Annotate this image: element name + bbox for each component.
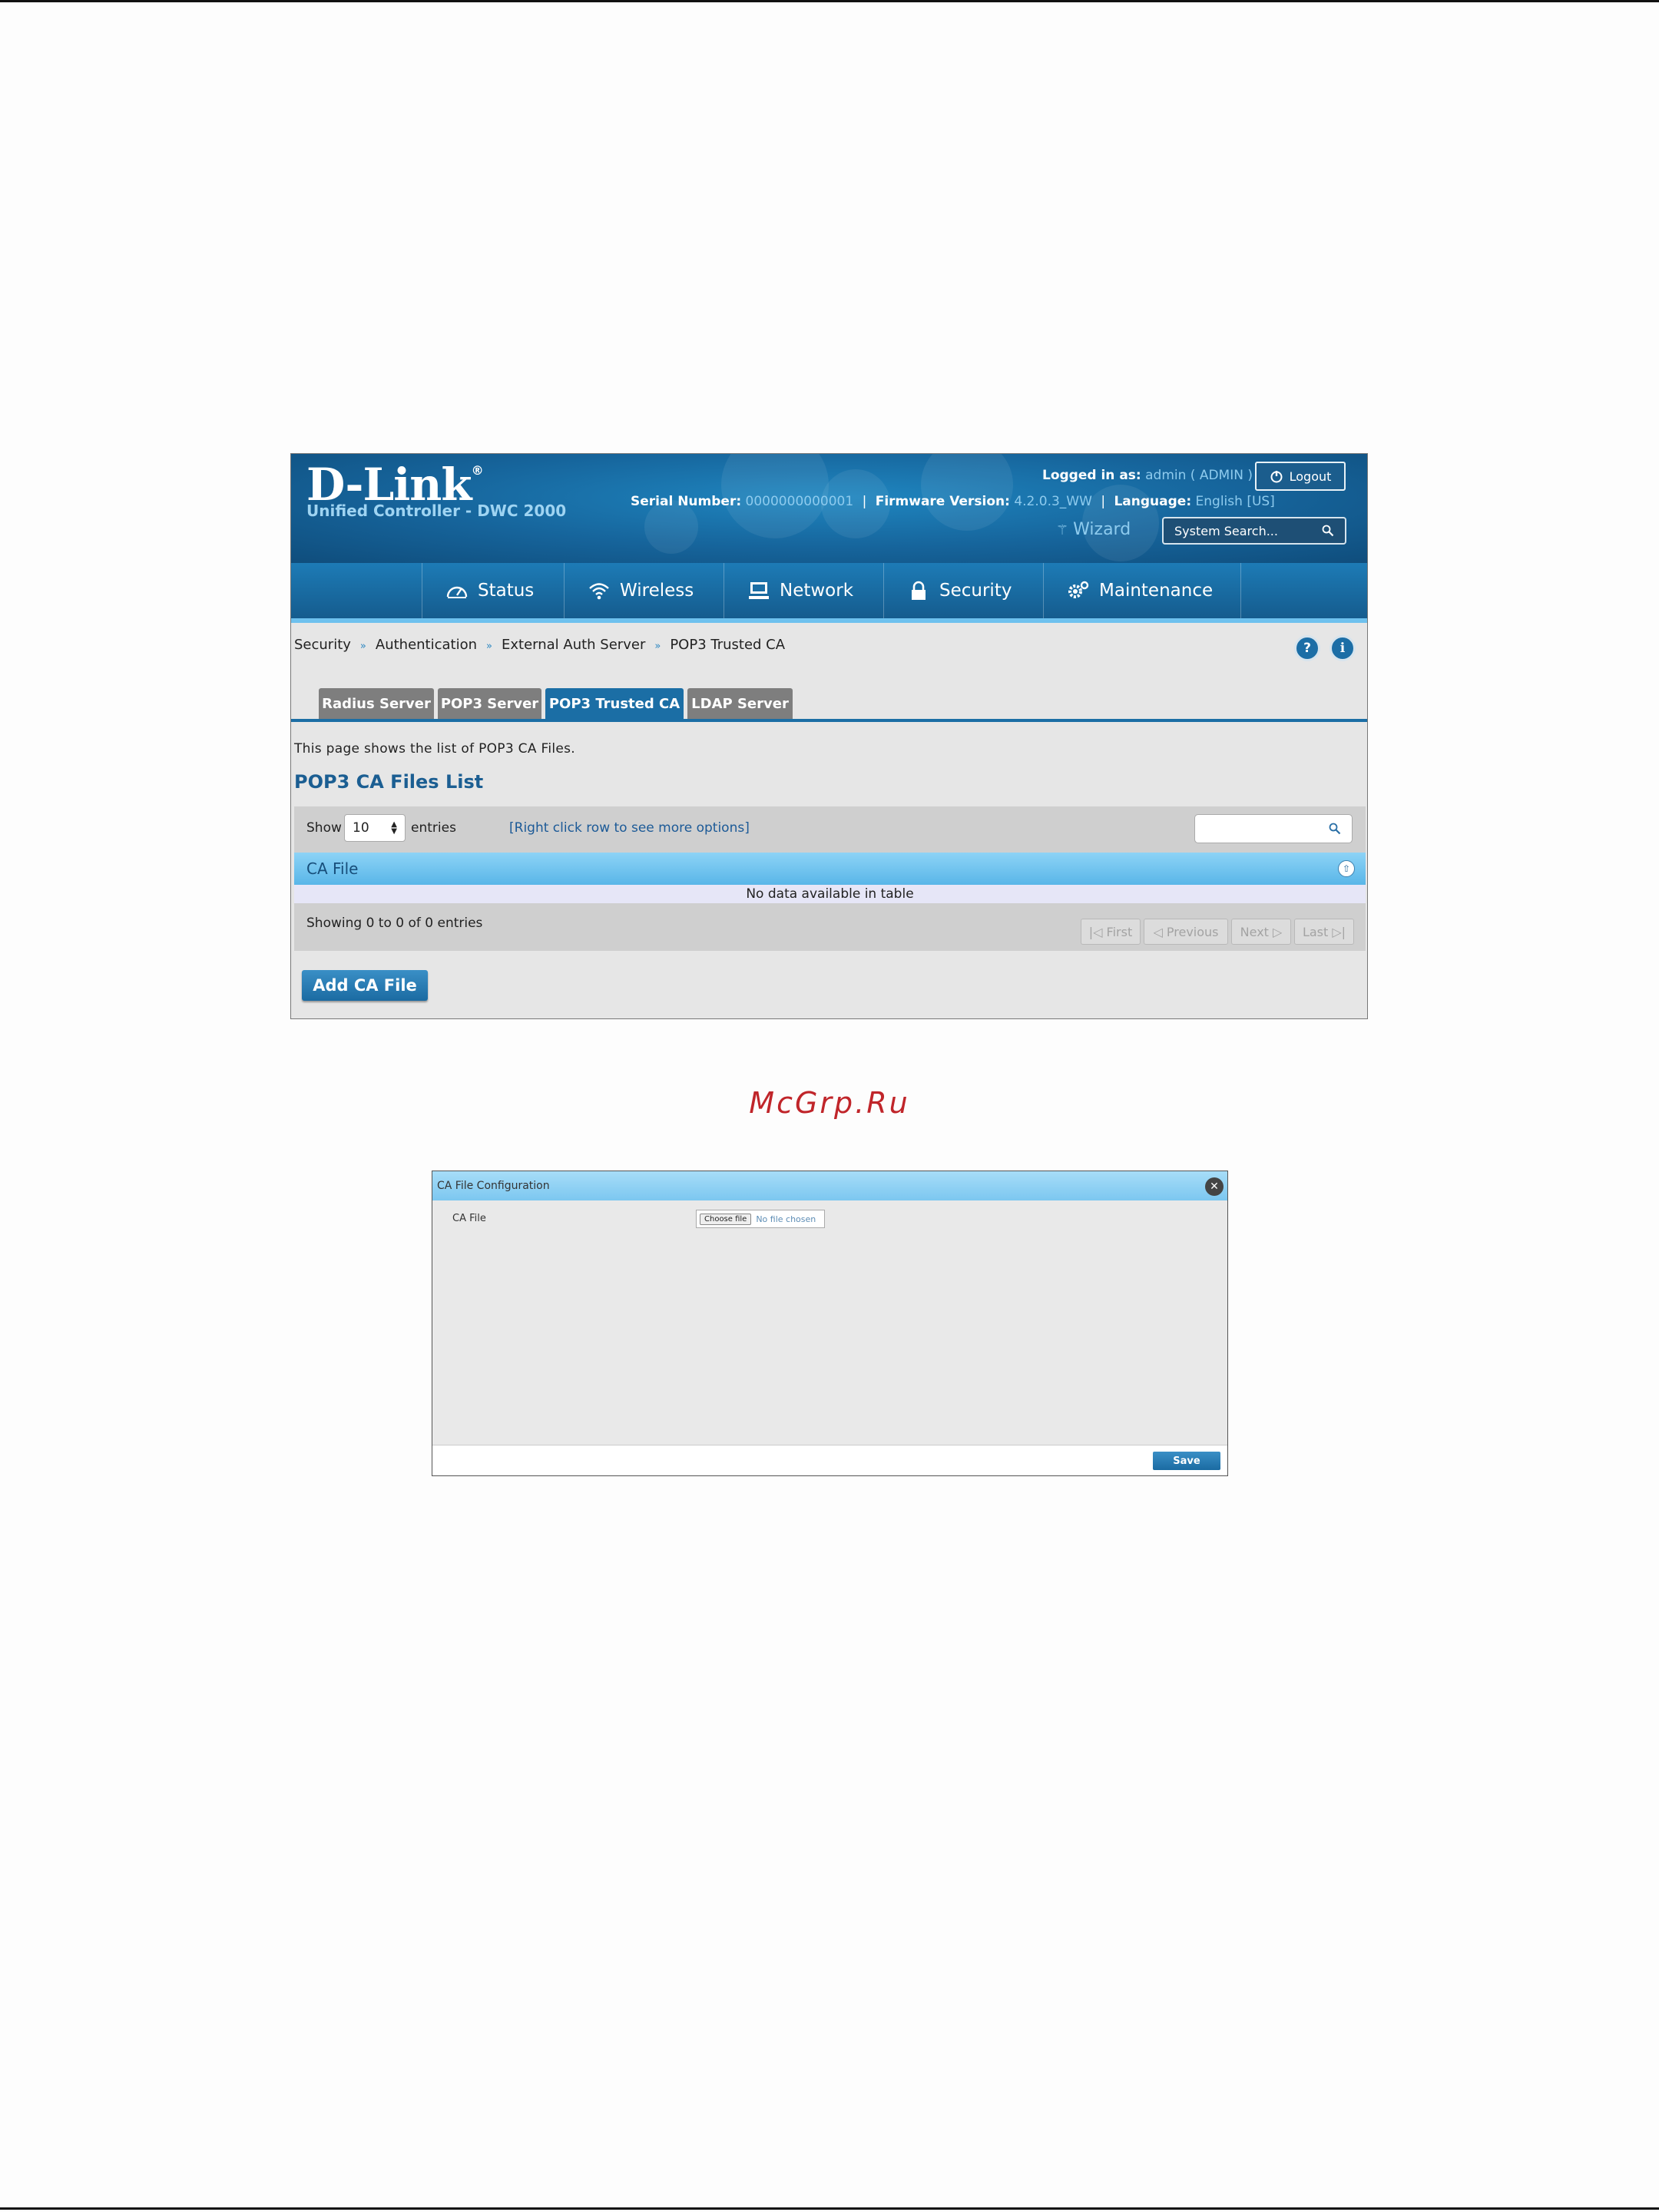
decor-bubble: [921, 454, 1013, 531]
last-icon: ▷|: [1328, 924, 1346, 939]
previous-page-button[interactable]: ◁ Previous: [1144, 919, 1228, 945]
context-menu-hint: [Right click row to see more options]: [509, 820, 750, 836]
wifi-icon: [589, 583, 609, 600]
entries-label: entries: [411, 820, 456, 836]
page-length-value: 10: [353, 820, 369, 836]
column-header: CA File: [306, 859, 359, 878]
nav-network[interactable]: Network: [724, 563, 883, 618]
system-search-input[interactable]: System Search...: [1162, 517, 1346, 545]
choose-file-button[interactable]: Choose file: [700, 1213, 752, 1225]
page-description: This page shows the list of POP3 CA File…: [294, 741, 575, 757]
save-button[interactable]: Save: [1153, 1452, 1220, 1470]
product-subtitle: Unified Controller - DWC 2000: [306, 502, 567, 520]
logged-in-info: Logged in as: admin ( ADMIN ): [1042, 468, 1253, 483]
nav-status[interactable]: Status: [422, 563, 564, 618]
nav-label: Wireless: [620, 581, 694, 601]
device-info-line: Serial Number: 0000000000001 | Firmware …: [631, 494, 1275, 509]
first-label: First: [1106, 924, 1133, 939]
nav-wireless[interactable]: Wireless: [564, 563, 724, 618]
controller-screenshot: D-Link® Unified Controller - DWC 2000 Se…: [290, 453, 1368, 1019]
list-title: POP3 CA Files List: [294, 771, 484, 793]
breadcrumb-separator: »: [486, 641, 492, 652]
serial-value: 0000000000001: [745, 494, 854, 509]
table-header-ca-file[interactable]: CA File ⇧: [294, 853, 1366, 885]
divider: |: [1101, 494, 1106, 509]
stepper-arrows-icon: ▲ ▼: [391, 820, 397, 836]
power-icon: [1270, 471, 1283, 483]
next-page-button[interactable]: Next ▷: [1231, 919, 1291, 945]
add-ca-file-button[interactable]: Add CA File: [302, 970, 428, 1001]
nav-label: Status: [478, 581, 535, 601]
ca-file-input[interactable]: Choose file No file chosen: [696, 1210, 825, 1228]
wizard-link[interactable]: ⚚ Wizard: [1056, 520, 1131, 539]
breadcrumb: Security » Authentication » External Auth Se…: [294, 637, 785, 653]
tab-underline: [291, 719, 1367, 722]
nav-label: Maintenance: [1099, 581, 1214, 601]
breadcrumb-item[interactable]: Authentication: [376, 637, 477, 653]
ca-file-label: CA File: [452, 1213, 486, 1224]
empty-table-message: No data available in table: [294, 885, 1366, 903]
sort-icon[interactable]: ⇧: [1338, 860, 1355, 877]
dialog-title: CA File Configuration: [432, 1171, 1227, 1200]
main-nav: Status Wireless Network Security Mainten…: [291, 563, 1367, 623]
search-placeholder: System Search...: [1174, 523, 1278, 538]
tab-radius-server[interactable]: Radius Server: [319, 688, 434, 719]
table-footer: Showing 0 to 0 of 0 entries |◁ First ◁ P…: [294, 903, 1366, 951]
first-icon: |◁: [1088, 924, 1107, 939]
breadcrumb-separator: »: [359, 641, 366, 652]
tab-pop3-server[interactable]: POP3 Server: [438, 688, 541, 719]
previous-icon: ◁: [1153, 924, 1167, 939]
registered-mark: ®: [471, 463, 484, 478]
tab-ldap-server[interactable]: LDAP Server: [687, 688, 793, 719]
next-label: Next: [1240, 924, 1269, 939]
next-icon: ▷: [1268, 924, 1283, 939]
last-label: Last: [1302, 924, 1329, 939]
gears-icon: [1068, 581, 1089, 598]
search-icon: [1322, 525, 1334, 537]
breadcrumb-separator: »: [654, 641, 661, 652]
breadcrumb-current: POP3 Trusted CA: [670, 637, 786, 653]
wizard-label: Wizard: [1073, 520, 1131, 539]
dialog-footer: Save: [432, 1445, 1227, 1475]
divider: |: [862, 494, 867, 509]
tab-pop3-trusted-ca[interactable]: POP3 Trusted CA: [545, 688, 684, 719]
page-top-rule: [0, 0, 1659, 2]
magic-wand-icon: ⚚: [1056, 522, 1069, 538]
first-page-button[interactable]: |◁ First: [1081, 919, 1141, 945]
firmware-value: 4.2.0.3_WW: [1014, 494, 1092, 509]
nav-label: Network: [780, 581, 854, 601]
last-page-button[interactable]: Last ▷|: [1294, 919, 1354, 945]
entries-info: Showing 0 to 0 of 0 entries: [306, 916, 483, 931]
logout-label: Logout: [1289, 469, 1332, 484]
app-header: D-Link® Unified Controller - DWC 2000 Se…: [291, 454, 1367, 563]
ca-file-config-dialog: CA File Configuration ✕ CA File Choose f…: [432, 1171, 1228, 1476]
table-toolbar: Show 10 ▲ ▼ entries [Right click row to s…: [294, 806, 1366, 853]
watermark: McGrp.Ru: [749, 1086, 910, 1120]
nav-security[interactable]: Security: [883, 563, 1043, 618]
serial-label: Serial Number:: [631, 494, 742, 509]
logout-button[interactable]: Logout: [1255, 462, 1346, 491]
search-icon: [1329, 823, 1341, 835]
help-icon[interactable]: ?: [1294, 635, 1320, 661]
speedometer-icon: [446, 586, 468, 598]
previous-label: Previous: [1166, 924, 1219, 939]
nav-label: Security: [939, 581, 1012, 601]
network-icon: [749, 582, 769, 599]
file-status: No file chosen: [756, 1214, 816, 1224]
nav-maintenance[interactable]: Maintenance: [1043, 563, 1241, 618]
language-label: Language:: [1114, 494, 1192, 509]
page-length-select[interactable]: 10 ▲ ▼: [344, 814, 406, 842]
breadcrumb-item[interactable]: External Auth Server: [502, 637, 645, 653]
language-link[interactable]: English [US]: [1196, 494, 1275, 509]
logged-in-user: admin ( ADMIN ): [1145, 468, 1253, 483]
lock-icon: [912, 581, 926, 600]
table-search-input[interactable]: [1194, 814, 1353, 843]
show-label: Show: [306, 820, 342, 836]
logged-in-label: Logged in as:: [1042, 468, 1141, 483]
breadcrumb-item[interactable]: Security: [294, 637, 351, 653]
firmware-label: Firmware Version:: [875, 494, 1010, 509]
page-bottom-rule: [0, 2207, 1659, 2210]
info-icon[interactable]: ℹ: [1330, 635, 1356, 661]
close-icon[interactable]: ✕: [1205, 1177, 1224, 1196]
